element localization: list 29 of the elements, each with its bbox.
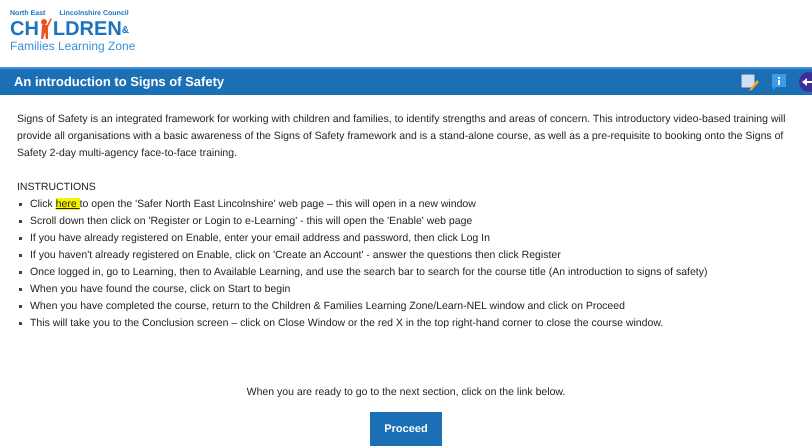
instruction-text: This will take you to the Conclusion screen – click on Close Window or the red X in the top right-hand corner to close the course window.: [30, 316, 664, 331]
instruction-text: If you haven't already registered on Enable, click on 'Create an Account' - answer the questions then click Register: [30, 248, 561, 263]
logo-text: Families Learning Zone: [10, 40, 136, 52]
logo-text: &: [122, 26, 130, 36]
bullet-icon: [19, 271, 22, 274]
instruction-text: If you have already registered on Enable, enter your email address and password, then click Log In: [30, 231, 490, 246]
bullet-icon: [19, 288, 22, 291]
instruction-text: When you have found the course, click on Start to begin: [30, 282, 290, 297]
logo-text: LDREN: [52, 19, 122, 39]
notepad-pencil-icon[interactable]: [740, 72, 760, 91]
bullet-icon: [19, 254, 22, 257]
back-arrow-icon[interactable]: [798, 72, 812, 92]
bullet-icon: [19, 322, 22, 325]
instruction-text: Scroll down then click on 'Register or Login to e-Learning' - this will open the 'Enable' web page: [30, 214, 472, 229]
bullet-icon: [19, 305, 22, 308]
bullet-icon: [19, 203, 22, 206]
page-title: An introduction to Signs of Safety: [14, 73, 226, 92]
intro-paragraph: Signs of Safety is an integrated framework for working with children and families, to identify strengths and areas of concern. This introductory video-based training will provide all organisations with a basic awareness of the Signs of Safety framework and is a stand-alone course, as well as a pre-requisite to booking onto the Signs of Safety 2-day multi-agency face-to-face training.: [17, 112, 786, 161]
instructions-heading: INSTRUCTIONS: [17, 180, 97, 195]
bullet-icon: [19, 220, 22, 223]
next-section-prompt: When you are ready to go to the next section, click on the link below.: [246, 385, 566, 400]
bullet-icon: [19, 237, 22, 240]
here-link[interactable]: here: [56, 198, 80, 210]
child-figure-icon: [38, 17, 53, 39]
logo-text: CH: [10, 19, 39, 39]
info-icon[interactable]: [770, 72, 788, 91]
proceed-button[interactable]: Proceed: [370, 412, 442, 446]
instruction-text: Once logged in, go to Learning, then to Available Learning, and use the search bar to search for the course title (An introduction to signs of safety): [30, 265, 708, 280]
instruction-text: When you have completed the course, return to the Children & Families Learning Zone/Learn-NEL window and click on Proceed: [30, 299, 625, 314]
